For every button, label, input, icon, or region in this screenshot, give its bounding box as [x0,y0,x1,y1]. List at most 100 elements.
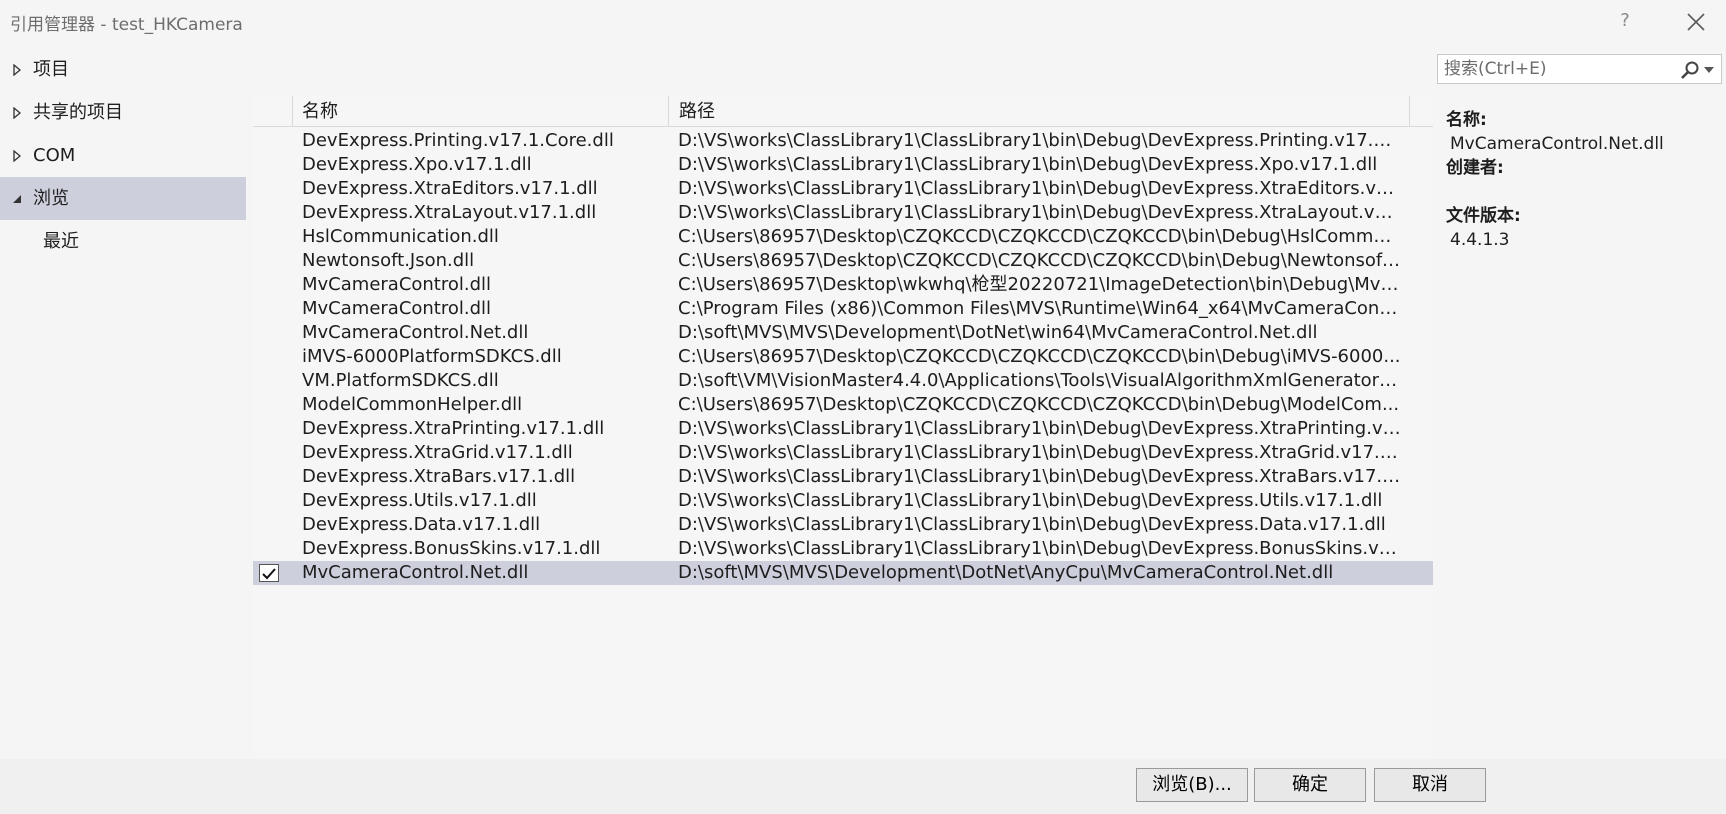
table-row[interactable]: DevExpress.Xpo.v17.1.dll D:\VS\works\Clas… [253,153,1433,177]
row-name: DevExpress.XtraLayout.v17.1.dll [302,202,597,223]
row-path: D:\VS\works\ClassLibrary1\ClassLibrary1\… [678,178,1401,199]
row-name: VM.PlatformSDKCS.dll [302,370,499,391]
close-icon [1687,13,1705,31]
row-path: D:\soft\VM\VisionMaster4.4.0\Application… [678,370,1401,391]
table-row[interactable]: Newtonsoft.Json.dll C:\Users\86957\Deskto… [253,249,1433,273]
row-path: D:\soft\MVS\MVS\Development\DotNet\AnyCp… [678,562,1334,583]
row-name: DevExpress.XtraEditors.v17.1.dll [302,178,598,199]
row-name: Newtonsoft.Json.dll [302,250,475,271]
table-row[interactable]: ModelCommonHelper.dll C:\Users\86957\Desk… [253,393,1433,417]
row-name: ModelCommonHelper.dll [302,394,523,415]
expanded-caret-icon[interactable] [10,177,24,220]
details-panel: 名称: MvCameraControl.Net.dll 创建者: 文件版本: 4… [1446,108,1716,252]
row-name: DevExpress.BonusSkins.v17.1.dll [302,538,601,559]
row-path: D:\VS\works\ClassLibrary1\ClassLibrary1\… [678,418,1401,439]
cancel-button[interactable]: 取消 [1374,768,1486,802]
table-row[interactable]: VM.PlatformSDKCS.dll D:\soft\VM\VisionMas… [253,369,1433,393]
row-name: DevExpress.XtraGrid.v17.1.dll [302,442,573,463]
table-row[interactable]: DevExpress.XtraPrinting.v17.1.dll D:\VS\w… [253,417,1433,441]
close-button[interactable] [1682,8,1710,36]
table-row[interactable]: DevExpress.BonusSkins.v17.1.dll D:\VS\wor… [253,537,1433,561]
row-path: D:\VS\works\ClassLibrary1\ClassLibrary1\… [678,154,1378,175]
detail-name-label: 名称: [1446,110,1487,130]
nav-item-label: 项目 [33,59,69,80]
collapsed-caret-icon[interactable] [10,134,24,177]
table-row[interactable]: MvCameraControl.Net.dll D:\soft\MVS\MVS\D… [253,561,1433,585]
nav-item-4[interactable]: 最近 [0,220,246,263]
table-row[interactable]: DevExpress.Utils.v17.1.dll D:\VS\works\Cl… [253,489,1433,513]
row-path: D:\VS\works\ClassLibrary1\ClassLibrary1\… [678,130,1401,151]
footer: 浏览(B)... 确定 取消 [0,759,1726,814]
ok-button[interactable]: 确定 [1254,768,1366,802]
help-button[interactable]: ? [1612,8,1638,34]
row-name: DevExpress.Printing.v17.1.Core.dll [302,130,614,151]
row-path: C:\Users\86957\Desktop\CZQKCCD\CZQKCCD\C… [678,250,1401,271]
header-check-column[interactable] [253,96,293,127]
row-name: DevExpress.Xpo.v17.1.dll [302,154,532,175]
row-name: MvCameraControl.dll [302,298,492,319]
detail-creator-label: 创建者: [1446,158,1504,178]
nav-item-label: COM [33,145,76,166]
nav-item-label: 最近 [43,231,79,252]
row-name: iMVS-6000PlatformSDKCS.dll [302,346,562,367]
search-input[interactable]: 搜索(Ctrl+E) [1444,55,1547,83]
nav-item-2[interactable]: COM [0,134,246,177]
row-path: C:\Users\86957\Desktop\CZQKCCD\CZQKCCD\C… [678,346,1401,367]
table-row[interactable]: DevExpress.XtraLayout.v17.1.dll D:\VS\wor… [253,201,1433,225]
row-path: C:\Users\86957\Desktop\wkwhq\枪型20220721\… [678,274,1401,295]
browse-button[interactable]: 浏览(B)... [1136,768,1248,802]
reference-list: 名称 路径 DevExpress.Printing.v17.1.Core.dll… [253,96,1433,753]
table-row[interactable]: DevExpress.Data.v17.1.dll D:\VS\works\Cla… [253,513,1433,537]
nav-item-3[interactable]: 浏览 [0,177,246,220]
detail-name-value: MvCameraControl.Net.dll [1450,134,1664,154]
table-row[interactable]: MvCameraControl.dll C:\Users\86957\Deskto… [253,273,1433,297]
collapsed-caret-icon[interactable] [10,48,24,91]
table-row[interactable]: iMVS-6000PlatformSDKCS.dll C:\Users\86957… [253,345,1433,369]
table-row[interactable]: DevExpress.XtraGrid.v17.1.dll D:\VS\works… [253,441,1433,465]
row-name: MvCameraControl.Net.dll [302,562,529,583]
checkmark-icon [262,568,276,580]
row-path: D:\VS\works\ClassLibrary1\ClassLibrary1\… [678,442,1401,463]
table-row[interactable]: MvCameraControl.dll C:\Program Files (x86… [253,297,1433,321]
list-header: 名称 路径 [253,96,1433,127]
list-rows: DevExpress.Printing.v17.1.Core.dll D:\VS\… [253,129,1433,585]
row-name: MvCameraControl.Net.dll [302,322,529,343]
row-path: C:\Users\86957\Desktop\CZQKCCD\CZQKCCD\C… [678,394,1400,415]
nav-item-label: 共享的项目 [33,102,123,123]
row-checkbox[interactable] [259,564,279,582]
nav-item-label: 浏览 [33,188,69,209]
row-path: D:\VS\works\ClassLibrary1\ClassLibrary1\… [678,514,1386,535]
detail-version-value: 4.4.1.3 [1450,230,1510,250]
row-name: DevExpress.Utils.v17.1.dll [302,490,537,511]
column-header-end [1409,96,1433,127]
row-path: D:\VS\works\ClassLibrary1\ClassLibrary1\… [678,202,1401,223]
row-path: D:\VS\works\ClassLibrary1\ClassLibrary1\… [678,490,1383,511]
title-bar: 引用管理器 - test_HKCamera ? [0,0,1726,44]
row-path: C:\Users\86957\Desktop\CZQKCCD\CZQKCCD\C… [678,226,1401,247]
chevron-down-icon[interactable] [1704,67,1714,73]
window-title: 引用管理器 - test_HKCamera [10,15,243,35]
row-name: DevExpress.Data.v17.1.dll [302,514,541,535]
category-nav: 项目共享的项目 COM 浏览最近 [0,48,246,263]
row-path: D:\VS\works\ClassLibrary1\ClassLibrary1\… [678,538,1401,559]
row-path: D:\soft\MVS\MVS\Development\DotNet\win64… [678,322,1318,343]
row-name: HslCommunication.dll [302,226,499,247]
detail-version-label: 文件版本: [1446,206,1521,226]
row-name: DevExpress.XtraBars.v17.1.dll [302,466,576,487]
column-header-name[interactable]: 名称 [293,96,669,127]
row-name: DevExpress.XtraPrinting.v17.1.dll [302,418,605,439]
nav-item-1[interactable]: 共享的项目 [0,91,246,134]
nav-item-0[interactable]: 项目 [0,48,246,91]
search-box[interactable]: 搜索(Ctrl+E) [1437,54,1722,84]
table-row[interactable]: MvCameraControl.Net.dll D:\soft\MVS\MVS\D… [253,321,1433,345]
row-name: MvCameraControl.dll [302,274,492,295]
collapsed-caret-icon[interactable] [10,91,24,134]
detail-creator-value [1446,180,1716,204]
row-path: C:\Program Files (x86)\Common Files\MVS\… [678,298,1401,319]
table-row[interactable]: DevExpress.XtraBars.v17.1.dll D:\VS\works… [253,465,1433,489]
search-icon[interactable] [1680,60,1700,80]
table-row[interactable]: DevExpress.XtraEditors.v17.1.dll D:\VS\wo… [253,177,1433,201]
table-row[interactable]: HslCommunication.dll C:\Users\86957\Deskt… [253,225,1433,249]
row-path: D:\VS\works\ClassLibrary1\ClassLibrary1\… [678,466,1401,487]
table-row[interactable]: DevExpress.Printing.v17.1.Core.dll D:\VS\… [253,129,1433,153]
